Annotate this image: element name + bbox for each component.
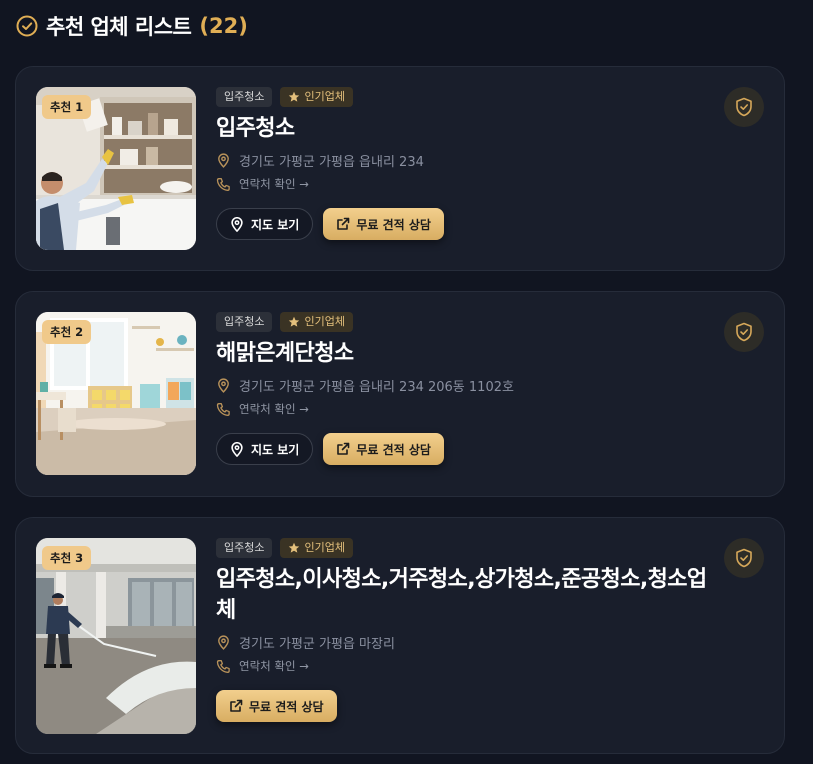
map-button-label[interactable]: 지도 보기: [251, 216, 299, 233]
verified-badge: [724, 538, 764, 578]
contact-label[interactable]: 연락처 확인 →: [239, 658, 309, 674]
company-photo: 추천 2: [36, 312, 196, 475]
quote-button[interactable]: 무료 견적 상담: [216, 690, 337, 722]
map-button[interactable]: 지도 보기: [216, 208, 314, 240]
quote-button-label[interactable]: 무료 견적 상담: [249, 698, 324, 715]
company-address: 경기도 가평군 가평읍 읍내리 234: [239, 154, 424, 170]
company-name[interactable]: 입주청소,이사청소,거주청소,상가청소,준공청소,청소업체: [216, 564, 726, 626]
shield-check-icon: [736, 97, 752, 117]
category-tag: 입주청소: [216, 87, 273, 107]
quote-button-label[interactable]: 무료 견적 상담: [356, 216, 431, 233]
verified-badge: [724, 312, 764, 352]
list-count: (22): [199, 14, 248, 38]
company-photo: 추천 1: [36, 87, 196, 250]
location-pin-icon: [218, 152, 229, 168]
popular-tag-label: 인기업체: [304, 315, 345, 328]
contact-link[interactable]: 연락처 확인 →: [216, 656, 726, 676]
map-button[interactable]: 지도 보기: [216, 433, 314, 465]
quote-button[interactable]: 무료 견적 상담: [323, 433, 444, 465]
external-link-icon: [230, 699, 243, 712]
company-address: 경기도 가평군 가평읍 마장리: [239, 636, 395, 652]
company-card[interactable]: 추천 3 입주청소 인기업체 입주청소,이사청소,거주청소,상가청소,준공청소,…: [15, 517, 785, 754]
category-tag: 입주청소: [216, 538, 273, 558]
company-address: 경기도 가평군 가평읍 읍내리 234 206동 1102호: [239, 379, 514, 395]
list-title: 추천 업체 리스트: [46, 15, 192, 39]
contact-link[interactable]: 연락처 확인 →: [216, 399, 726, 419]
star-icon: [289, 542, 300, 553]
location-pin-icon: [231, 216, 243, 232]
contact-label[interactable]: 연락처 확인 →: [239, 401, 309, 417]
quote-button-label[interactable]: 무료 견적 상담: [356, 441, 431, 458]
verified-badge: [724, 87, 764, 127]
list-header: 추천 업체 리스트 (22): [16, 12, 248, 40]
rank-badge: 추천 3: [42, 546, 92, 570]
company-photo: 추천 3: [36, 538, 196, 734]
rank-badge: 추천 1: [42, 95, 92, 119]
address-row: 경기도 가평군 가평읍 읍내리 234: [216, 150, 726, 170]
company-card[interactable]: 추천 1 입주청소 인기업체 입주청소 경기도 가평군 가평읍 읍내리 234 …: [15, 66, 785, 271]
location-pin-icon: [218, 634, 229, 650]
contact-link[interactable]: 연락처 확인 →: [216, 174, 726, 194]
quote-button[interactable]: 무료 견적 상담: [323, 208, 444, 240]
popular-tag: 인기업체: [280, 312, 353, 332]
popular-tag: 인기업체: [280, 87, 353, 107]
company-name[interactable]: 해맑은계단청소: [216, 338, 726, 369]
company-card[interactable]: 추천 2 입주청소 인기업체 해맑은계단청소 경기도 가평군 가평읍 읍내리 2…: [15, 291, 785, 497]
phone-icon: [216, 177, 230, 191]
rank-badge: 추천 2: [42, 320, 92, 344]
shield-check-icon: [736, 548, 752, 568]
shield-check-icon: [736, 322, 752, 342]
map-button-label[interactable]: 지도 보기: [251, 441, 299, 458]
popular-tag-label: 인기업체: [304, 541, 345, 554]
star-icon: [289, 91, 300, 102]
phone-icon: [216, 402, 230, 416]
location-pin-icon: [218, 377, 229, 393]
phone-icon: [216, 659, 230, 673]
address-row: 경기도 가평군 가평읍 마장리: [216, 632, 726, 652]
popular-tag: 인기업체: [280, 538, 353, 558]
check-circle-icon: [16, 15, 38, 37]
category-tag: 입주청소: [216, 312, 273, 332]
external-link-icon: [337, 217, 350, 230]
popular-tag-label: 인기업체: [304, 90, 345, 103]
contact-label[interactable]: 연락처 확인 →: [239, 176, 309, 192]
location-pin-icon: [231, 441, 243, 457]
company-name[interactable]: 입주청소: [216, 113, 726, 144]
external-link-icon: [337, 442, 350, 455]
address-row: 경기도 가평군 가평읍 읍내리 234 206동 1102호: [216, 375, 726, 395]
star-icon: [289, 316, 300, 327]
